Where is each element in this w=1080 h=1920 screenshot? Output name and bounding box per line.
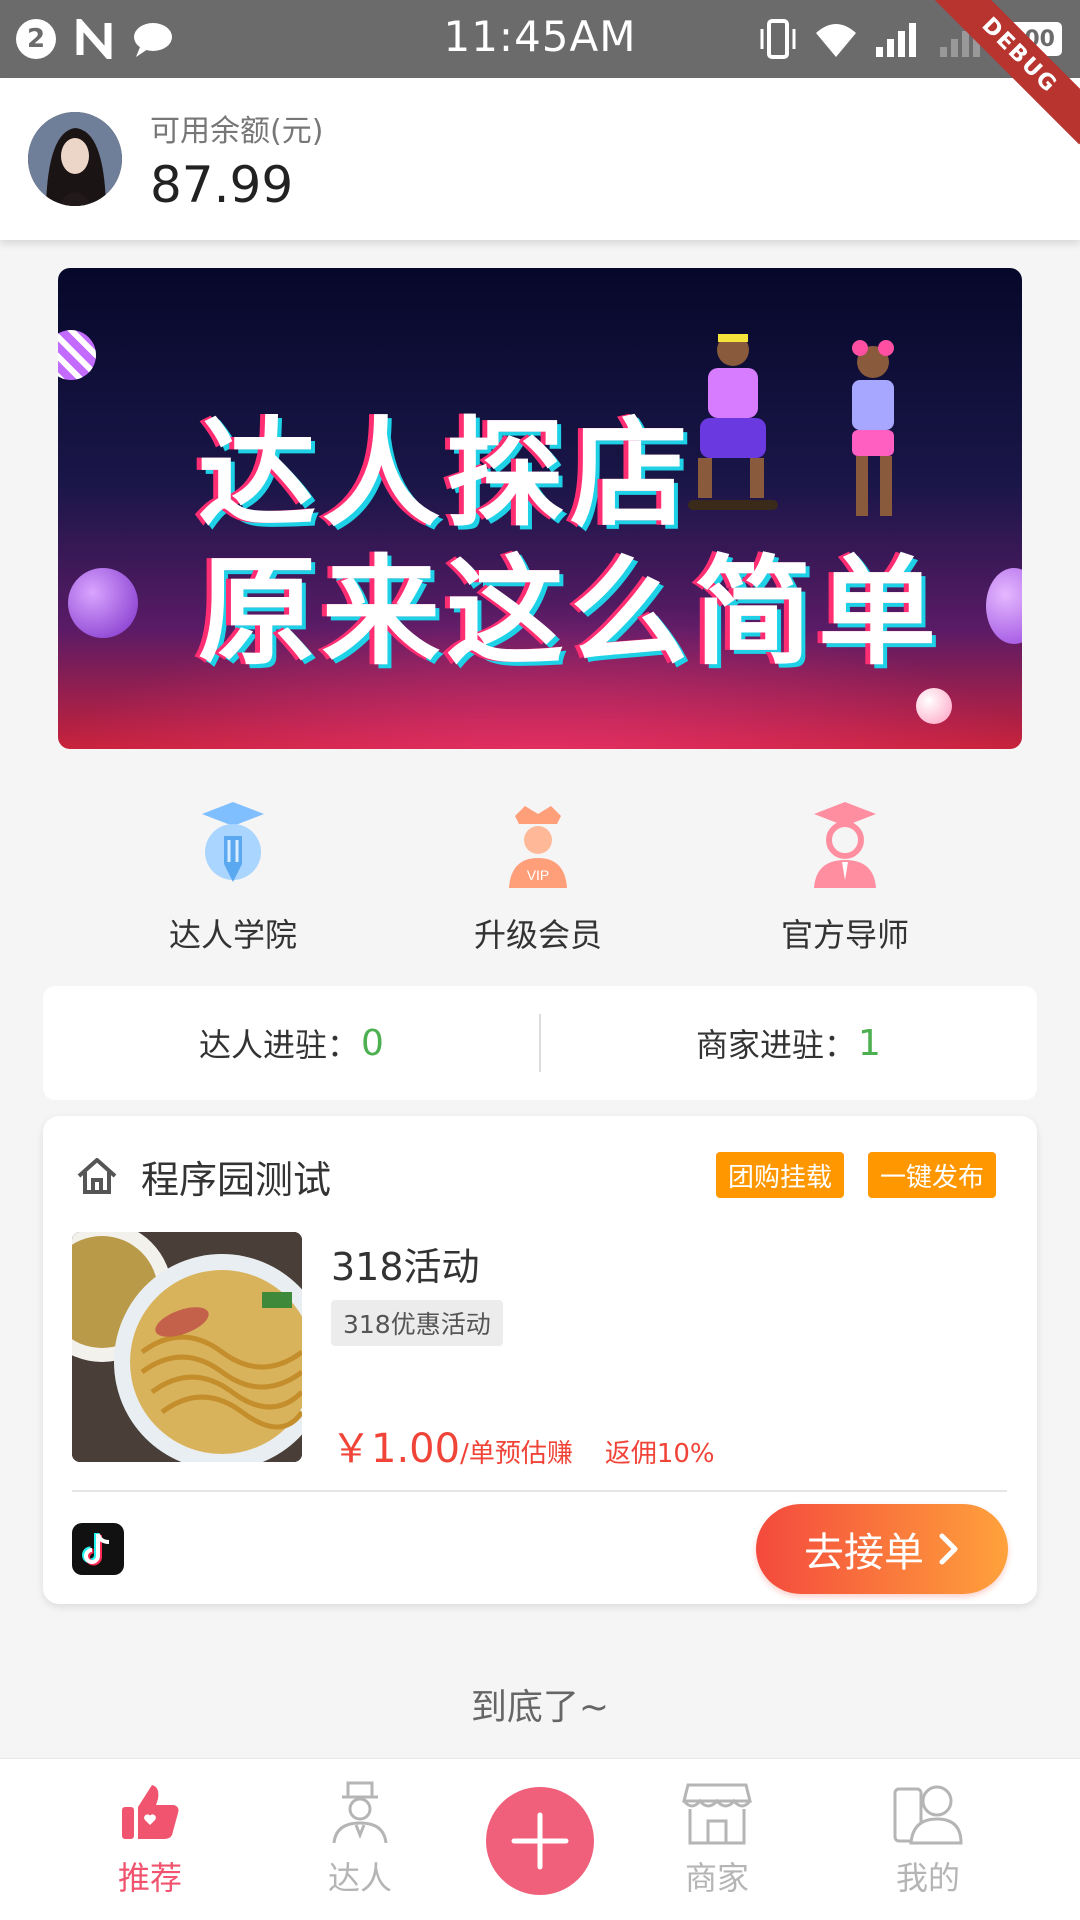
bottom-nav: 推荐 达人 商家 我的 (0, 1758, 1080, 1920)
nav-merchant-label: 商家 (684, 1859, 749, 1897)
nav-talent[interactable]: 达人 (280, 1781, 440, 1899)
merchant-stat-label: 商家进驻： (696, 1026, 857, 1064)
balance-value: 87.99 (150, 156, 294, 214)
merchant-stat: 商家进驻： 1 (540, 986, 1037, 1100)
talent-stat-label: 达人进驻： (199, 1026, 360, 1064)
tiktok-icon (72, 1523, 124, 1575)
wifi-icon (816, 24, 856, 57)
skater-figure (688, 334, 778, 510)
nav-recommend[interactable]: 推荐 (70, 1781, 230, 1899)
profile-icon (893, 1785, 963, 1845)
entry-vip-label: 升级会员 (473, 916, 602, 954)
entry-vip[interactable]: VIP 升级会员 (418, 800, 658, 956)
thumbs-up-icon (122, 1785, 179, 1839)
entry-tutor[interactable]: 官方导师 (725, 800, 965, 956)
settle-stats: 达人进驻： 0 商家进驻： 1 (43, 986, 1037, 1100)
app-root: 2 11:45AM 100 DEBUG 可用余额(元) 87.99 达人探店 原… (0, 0, 1080, 1920)
shop-name: 程序园测试 (141, 1157, 332, 1202)
nav-merchant[interactable]: 商家 (637, 1781, 797, 1899)
status-bar: 2 11:45AM 100 (0, 0, 1080, 78)
balance-label: 可用余额(元) (150, 114, 324, 149)
merchant-stat-count: 1 (858, 1022, 881, 1064)
shop-row: 程序园测试 (75, 1148, 331, 1204)
entry-academy-label: 达人学院 (168, 916, 297, 954)
vibrate-icon (760, 19, 796, 59)
banner-orb (58, 330, 96, 380)
card-divider (72, 1490, 1007, 1492)
activity-tag: 318优惠活动 (331, 1300, 503, 1346)
talent-stat: 达人进驻： 0 (43, 986, 540, 1100)
rebate-rate: 返佣10% (604, 1439, 715, 1469)
one-click-publish-button[interactable]: 一键发布 (868, 1152, 997, 1198)
talent-icon (332, 1781, 388, 1844)
banner-title-line2: 原来这么简单 (198, 543, 943, 681)
svg-text:VIP: VIP (527, 867, 550, 883)
noodle-bowl-image (72, 1232, 302, 1462)
nav-profile-label: 我的 (895, 1859, 960, 1897)
price-unit: /单预估赚 (460, 1439, 573, 1469)
activity-title: 318活动 (331, 1245, 480, 1289)
take-order-button[interactable]: 去接单 (756, 1504, 1008, 1594)
end-of-list-text: 到底了~ (470, 1687, 610, 1728)
avatar-image (28, 112, 122, 206)
home-icon (77, 1158, 117, 1194)
store-icon (682, 1783, 752, 1845)
price-row: ￥1.00 /单预估赚 返佣10% (331, 1416, 715, 1474)
plus-icon (511, 1812, 569, 1870)
balance-header: 可用余额(元) 87.99 (0, 78, 1080, 240)
task-card[interactable]: 程序园测试 团购挂载 一键发布 318活动 318优惠活动 ￥1.00 /单预估… (43, 1116, 1037, 1604)
talent-stat-count: 0 (361, 1022, 384, 1064)
publish-plus-button[interactable] (486, 1787, 594, 1895)
entry-tutor-label: 官方导师 (780, 916, 909, 954)
academy-icon (202, 802, 264, 882)
chevron-right-icon (939, 1533, 958, 1565)
tiktok-logo (82, 1533, 110, 1566)
banner-orb (916, 688, 952, 724)
quick-entries: 达人学院 VIP 升级会员 官方导师 (0, 800, 1080, 970)
banner-orb (68, 568, 138, 638)
nav-profile[interactable]: 我的 (848, 1781, 1008, 1899)
price-value: ￥1.00 (331, 1426, 461, 1472)
nav-recommend-label: 推荐 (117, 1859, 182, 1897)
dancer-figure (852, 340, 894, 516)
nav-talent-label: 达人 (327, 1859, 392, 1897)
group-buy-mount-button[interactable]: 团购挂载 (716, 1152, 845, 1198)
avatar[interactable] (28, 112, 122, 206)
signal-icon (876, 23, 916, 57)
take-order-label: 去接单 (804, 1530, 924, 1576)
tutor-icon (814, 802, 876, 888)
entry-academy[interactable]: 达人学院 (113, 800, 353, 956)
promo-banner[interactable]: 达人探店 原来这么简单 (58, 268, 1022, 749)
vip-crown-icon: VIP (509, 806, 567, 888)
activity-image[interactable] (72, 1232, 302, 1462)
